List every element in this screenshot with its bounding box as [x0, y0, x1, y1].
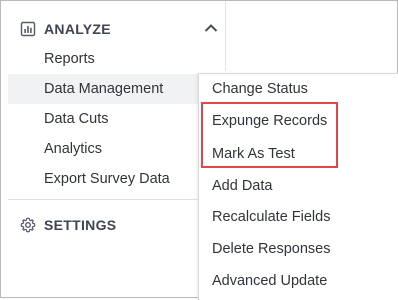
menu-item-mark-as-test[interactable]: Mark As Test: [199, 139, 398, 169]
sidebar-item-data-management[interactable]: Data Management: [8, 74, 205, 104]
analyze-section-header[interactable]: ANALYZE: [1, 14, 226, 44]
bar-chart-icon: [20, 21, 36, 37]
content-divider: [225, 1, 226, 71]
chevron-up-icon[interactable]: [204, 23, 218, 33]
sidebar-item-reports[interactable]: Reports: [1, 44, 226, 74]
menu-item-delete-responses[interactable]: Delete Responses: [199, 234, 398, 264]
sidebar-item-label: Export Survey Data: [44, 171, 170, 187]
menu-item-add-data[interactable]: Add Data: [199, 171, 398, 201]
sidebar-item-export-survey-data[interactable]: Export Survey Data: [1, 164, 226, 194]
menu-item-label: Add Data: [212, 178, 273, 194]
settings-section-header[interactable]: SETTINGS: [1, 210, 226, 240]
sidebar-item-data-cuts[interactable]: Data Cuts: [1, 104, 226, 134]
analyze-section-label: ANALYZE: [44, 21, 111, 37]
menu-item-label: Change Status: [212, 81, 308, 97]
menu-item-label: Recalculate Fields: [212, 209, 331, 225]
sidebar-item-label: Reports: [44, 51, 95, 67]
menu-item-change-status[interactable]: Change Status: [199, 74, 398, 104]
sidebar-item-label: Analytics: [44, 141, 103, 157]
menu-item-label: Mark As Test: [212, 146, 295, 162]
menu-item-label: Advanced Update: [212, 273, 328, 289]
gear-icon: [20, 217, 36, 233]
sidebar: ANALYZE Reports Data Management Data Cut…: [1, 1, 226, 297]
sidebar-item-label: Data Cuts: [44, 111, 109, 127]
data-management-submenu: Change Status Expunge Records Mark As Te…: [198, 73, 398, 300]
sidebar-divider: [8, 199, 226, 200]
menu-item-label: Delete Responses: [212, 241, 331, 257]
sidebar-item-analytics[interactable]: Analytics: [1, 134, 226, 164]
sidebar-item-label: Data Management: [44, 81, 164, 97]
menu-item-advanced-update[interactable]: Advanced Update: [199, 266, 398, 296]
menu-item-label: Expunge Records: [212, 113, 328, 129]
menu-item-expunge-records[interactable]: Expunge Records: [199, 106, 398, 136]
settings-section-label: SETTINGS: [44, 217, 117, 233]
menu-item-recalculate-fields[interactable]: Recalculate Fields: [199, 202, 398, 232]
